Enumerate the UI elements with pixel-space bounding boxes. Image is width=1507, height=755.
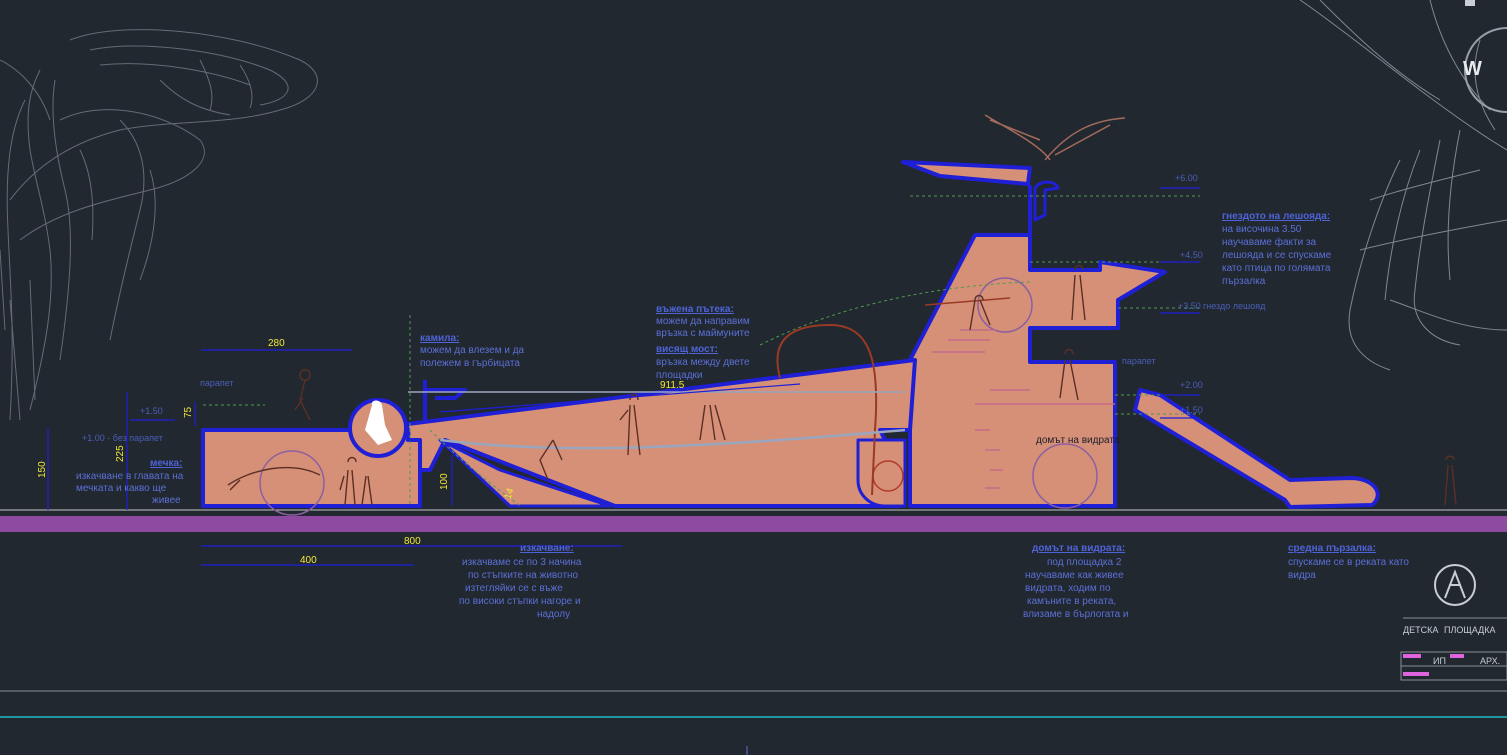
level-200: +2.00: [1180, 380, 1203, 390]
logo-mark-icon: [1444, 569, 1466, 599]
parapet-left: парапет: [200, 378, 234, 388]
vulture-line-2: научаваме факти за: [1222, 236, 1317, 248]
playground-structure: [201, 114, 1457, 516]
title-ploshtadka: ПЛОЩАДКА: [1444, 625, 1495, 635]
vulture-line-5: пързалка: [1222, 276, 1266, 287]
level-150-right: +1.50: [1180, 405, 1203, 415]
slide-line-1: спускаме се в реката като: [1288, 557, 1409, 568]
level-150-left: +1.50: [140, 406, 163, 416]
path-line-2: връзка с маймуните: [656, 328, 750, 339]
table-mark-c: [1403, 672, 1429, 676]
bear-line-2: мечката и какво ще: [76, 483, 167, 494]
bridge-line-2: площадки: [656, 370, 703, 381]
drawing-canvas: W 280 75 225 150 800 400 100 14 911.5 +6…: [0, 0, 1507, 755]
camel-line-1: можем да влезем и да: [420, 345, 525, 356]
vulture-wings: [984, 114, 1126, 161]
climb-line-4: по високи стъпки нагоре и: [459, 596, 581, 607]
otter-title: домът на видрата:: [1032, 543, 1125, 554]
camel-neck: [423, 380, 467, 420]
otter-house-mark: домът на видрата: [1036, 435, 1120, 446]
vulture-line-3: лешояда и се спускаме: [1222, 250, 1332, 261]
vulture-head: [1033, 180, 1060, 222]
parapet-right: парапет: [1122, 356, 1156, 366]
vulture-roof: [901, 160, 1032, 186]
rounded-base: [856, 438, 907, 508]
otter-line-2: научаваме как живее: [1025, 570, 1124, 581]
bear-title: мечка:: [150, 458, 182, 469]
level-600: +6.00: [1175, 173, 1198, 183]
level-350: +3.50: [1178, 301, 1201, 311]
climb-line-2: по стъпките на животно: [468, 570, 579, 581]
climb-line-3: изтегляйки се с въже: [465, 583, 563, 594]
slide-line-2: видра: [1288, 570, 1316, 581]
dim-75: 75: [183, 406, 194, 418]
bridge-line-1: връзка между двете: [656, 357, 750, 368]
climb-title: изкачване:: [520, 543, 574, 554]
vulture-line-1: на височина 3.50: [1222, 224, 1302, 235]
level-450: +4.50: [1180, 250, 1203, 260]
slide-title: средна пързалка:: [1288, 543, 1376, 554]
corner-marker: [1465, 0, 1475, 6]
camel-title: камила:: [420, 333, 459, 344]
dim-800: 800: [404, 536, 421, 547]
level-100-note: +1.00 - без парапет: [82, 433, 163, 443]
dim-400: 400: [300, 555, 317, 566]
title-arh: АРХ.: [1480, 656, 1500, 666]
dim-911: 911.5: [660, 380, 685, 391]
otter-line-1: под площадка 2: [1047, 557, 1122, 568]
otter-line-3: видрата, ходим по: [1025, 583, 1111, 594]
vulture-line-4: като птица по голямата: [1222, 263, 1331, 274]
title-detska: ДЕТСКА: [1403, 625, 1438, 635]
climb-line-1: изкачваме се по 3 начина: [462, 557, 582, 568]
path-title: въжена пътека:: [656, 304, 734, 315]
dim-280: 280: [268, 338, 285, 349]
camel-line-2: полежем в гърбицата: [420, 357, 520, 369]
dim-100: 100: [439, 473, 450, 490]
dim-150: 150: [37, 461, 48, 478]
main-ramp: [398, 358, 917, 508]
vulture-title: гнездото на лешояда:: [1222, 211, 1330, 222]
table-mark-a: [1403, 654, 1421, 658]
title-block: ДЕТСКА ПЛОЩАДКА ИП АРХ.: [1400, 564, 1507, 681]
dim-225: 225: [115, 445, 126, 462]
climb-line-5: надолу: [537, 609, 570, 620]
tree-sketch-left: [0, 29, 318, 421]
path-line-1: можем да направим: [656, 316, 750, 327]
river-slide: [1133, 388, 1380, 509]
ground-band: [0, 516, 1507, 532]
tree-sketch-right: [1299, 0, 1507, 371]
logo-letter: W: [1463, 58, 1482, 80]
table-mark-b: [1450, 654, 1464, 658]
otter-line-5: влизаме в бърлогата и: [1023, 608, 1129, 620]
bear-line-3: живее: [152, 495, 181, 506]
tower-body: [908, 233, 1167, 508]
otter-line-4: камъните в реката,: [1027, 596, 1116, 607]
nest-inline-label: гнездо лешояд: [1203, 301, 1266, 311]
bear-line-1: изкачване в главата на: [76, 471, 184, 482]
bridge-title: висящ мост:: [656, 344, 718, 355]
title-ip: ИП: [1433, 656, 1446, 666]
